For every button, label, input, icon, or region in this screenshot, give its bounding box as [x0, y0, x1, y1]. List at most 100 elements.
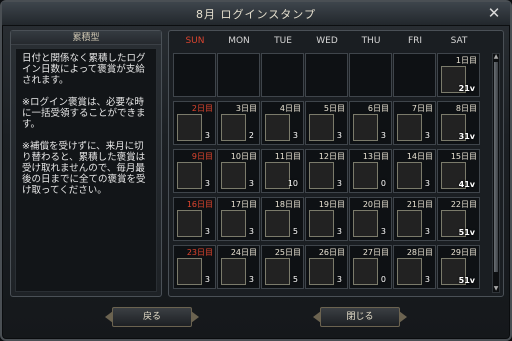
- info-panel-text: 日付と関係なく累積したログイン日数によって褒賞が支給されます。 ※ログイン褒賞は…: [15, 48, 157, 292]
- stamp-cell[interactable]: 16日目 3: [173, 197, 216, 241]
- item-count: 3: [292, 131, 298, 140]
- stamp-cell[interactable]: 12日目 3: [305, 149, 348, 193]
- stamp-cell[interactable]: 25日目 5: [261, 245, 304, 289]
- stamp-day-label: 15日目: [450, 152, 477, 161]
- stamp-day-label: 19日目: [318, 200, 345, 209]
- weekday-wed: WED: [316, 36, 338, 46]
- stamp-cell: [217, 53, 260, 97]
- vial-red-icon: [353, 258, 378, 285]
- item-count: 3: [248, 179, 254, 188]
- stamp-cell[interactable]: 18日目 5: [261, 197, 304, 241]
- stamp-cell[interactable]: 13日目 0: [349, 149, 392, 193]
- scroll-blue-icon: [397, 114, 422, 141]
- close-icon[interactable]: ✕: [486, 5, 502, 21]
- item-count: 3: [380, 227, 386, 236]
- vial-red-icon: [353, 162, 378, 189]
- stamp-day-label: 13日目: [362, 152, 389, 161]
- scroll-blue-icon: [397, 162, 422, 189]
- stamp-cell[interactable]: 8日目 31v: [437, 101, 480, 145]
- item-count: 10: [287, 179, 298, 188]
- stamp-day-label: 2日目: [191, 104, 213, 113]
- scroll-thumb[interactable]: [494, 62, 498, 272]
- scroll-up-icon[interactable]: ▲: [493, 54, 499, 60]
- stamp-cell[interactable]: 11日目 10: [261, 149, 304, 193]
- stamp-cell[interactable]: 4日目 3: [261, 101, 304, 145]
- stamp-cell[interactable]: 15日目 41v: [437, 149, 480, 193]
- potion-red-icon: [177, 210, 202, 237]
- stamp-cell[interactable]: 26日目 3: [305, 245, 348, 289]
- stamp-day-label: 7日目: [411, 104, 433, 113]
- stamp-day-label: 29日目: [450, 248, 477, 257]
- stamp-cell[interactable]: 21日目 3: [393, 197, 436, 241]
- stamp-cell[interactable]: 2日目 3: [173, 101, 216, 145]
- stamp-cell[interactable]: 19日目 3: [305, 197, 348, 241]
- stamp-day-label: 22日目: [450, 200, 477, 209]
- stamp-cell: [349, 53, 392, 97]
- back-button[interactable]: 戻る: [105, 307, 199, 327]
- stamp-day-label: 9日目: [191, 152, 213, 161]
- stamp-cell: [261, 53, 304, 97]
- level-badge: 21v: [458, 84, 475, 93]
- weekday-header: SUN MON TUE WED THU FRI SAT: [173, 36, 493, 48]
- card-icon: [221, 210, 246, 237]
- level-badge: 41v: [458, 180, 475, 189]
- stamp-day-label: 8日目: [455, 104, 477, 113]
- item-count: 3: [424, 179, 430, 188]
- item-count: 3: [204, 179, 210, 188]
- vial-red-icon: [353, 210, 378, 237]
- potion-red-icon: [177, 114, 202, 141]
- item-count: 5: [292, 227, 298, 236]
- scroll-blue-icon: [397, 210, 422, 237]
- stamp-cell[interactable]: 7日目 3: [393, 101, 436, 145]
- item-count: 3: [424, 275, 430, 284]
- info-paragraph: ※ログイン褒賞は、必要な時に一括受領することができます。: [22, 97, 146, 130]
- vial-purple-icon: [265, 162, 290, 189]
- scroll-down-icon[interactable]: ▼: [493, 286, 499, 292]
- window-title: 8月 ログインスタンプ: [196, 8, 316, 21]
- stamp-day-label: 10日目: [230, 152, 257, 161]
- item-count: 3: [380, 131, 386, 140]
- stamp-cell[interactable]: 9日目 3: [173, 149, 216, 193]
- login-stamp-window: 8月 ログインスタンプ ✕ 累積型 日付と関係なく累積したログイン日数によって褒…: [0, 0, 512, 341]
- stamp-cell[interactable]: 5日目 3: [305, 101, 348, 145]
- card-icon: [221, 258, 246, 285]
- vial-purple-icon: [265, 258, 290, 285]
- item-count: 0: [380, 275, 386, 284]
- stamp-cell[interactable]: 1日目 21v: [437, 53, 480, 97]
- weekday-sun: SUN: [185, 36, 205, 46]
- item-count: 2: [248, 131, 254, 140]
- stamp-day-label: 21日目: [406, 200, 433, 209]
- stamp-cell[interactable]: 28日目 3: [393, 245, 436, 289]
- stamp-day-label: 17日目: [230, 200, 257, 209]
- stamp-cell: [305, 53, 348, 97]
- stamp-cell[interactable]: 10日目 3: [217, 149, 260, 193]
- stamp-cell[interactable]: 14日目 3: [393, 149, 436, 193]
- info-panel-header: 累積型: [11, 31, 161, 45]
- stamp-cell[interactable]: 27日目 0: [349, 245, 392, 289]
- stamp-cell[interactable]: 24日目 3: [217, 245, 260, 289]
- card-icon: [221, 162, 246, 189]
- scroll-blue-icon: [397, 258, 422, 285]
- calendar-scrollbar[interactable]: ▲ ▼: [492, 53, 500, 293]
- stamp-cell[interactable]: 29日目 51v: [437, 245, 480, 289]
- stamp-day-label: 1日目: [455, 56, 477, 65]
- stamp-cell[interactable]: 3日目 2: [217, 101, 260, 145]
- stamp-cell[interactable]: 6日目 3: [349, 101, 392, 145]
- stamp-day-label: 16日目: [186, 200, 213, 209]
- close-button[interactable]: 閉じる: [313, 307, 407, 327]
- weekday-tue: TUE: [274, 36, 292, 46]
- stamp-cell[interactable]: 20日目 3: [349, 197, 392, 241]
- stamp-cell[interactable]: 23日目 3: [173, 245, 216, 289]
- stamp-day-label: 4日目: [279, 104, 301, 113]
- info-panel: 累積型 日付と関係なく累積したログイン日数によって褒賞が支給されます。 ※ログイ…: [10, 30, 162, 297]
- card-icon: [221, 114, 246, 141]
- info-paragraph: ※補償を受けずに、来月に切り替わると、累積した褒賞は受け取れませんので、毎月最後…: [22, 141, 146, 196]
- stamp-cell[interactable]: 17日目 3: [217, 197, 260, 241]
- vial-red-icon: [353, 114, 378, 141]
- vial-pink-icon: [309, 210, 334, 237]
- item-count: 3: [204, 227, 210, 236]
- item-count: 3: [336, 179, 342, 188]
- stamp-cell[interactable]: 22日目 51v: [437, 197, 480, 241]
- vial-pink-icon: [309, 114, 334, 141]
- item-count: 3: [248, 275, 254, 284]
